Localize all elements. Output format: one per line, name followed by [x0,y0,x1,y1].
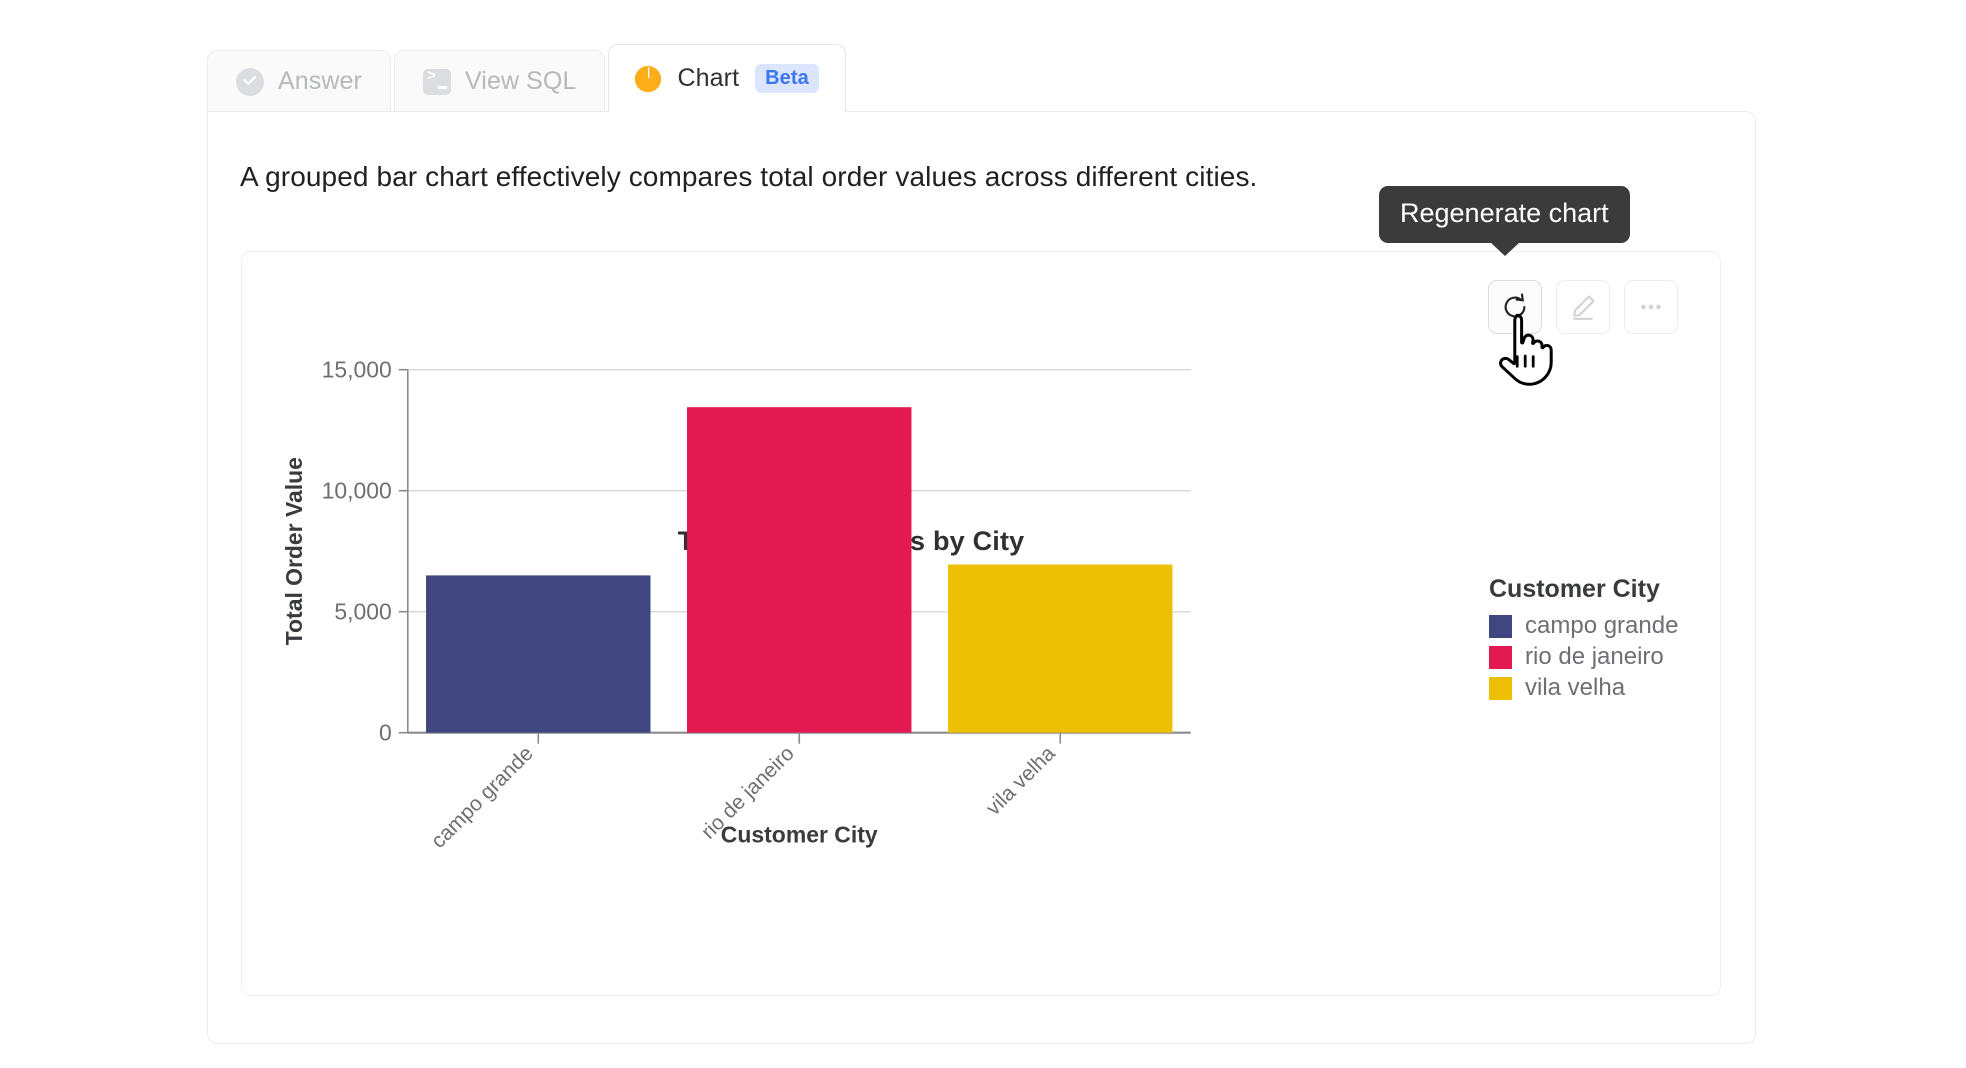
legend-item-vila-velha[interactable]: vila velha [1489,674,1678,702]
chart-legend: Customer City campo grande rio de janeir… [1489,575,1678,705]
beta-badge: Beta [755,64,819,93]
chart-card: Top 3 Order Values by City 05,00010,0001… [241,251,1721,996]
tab-answer-label: Answer [278,67,362,95]
regenerate-chart-tooltip: Regenerate chart [1379,186,1630,256]
terminal-icon [422,68,451,95]
chart-summary-text: A grouped bar chart effectively compares… [240,161,1258,192]
tab-view-sql[interactable]: View SQL [393,50,606,112]
edit-chart-button[interactable] [1556,280,1610,334]
tab-view-sql-label: View SQL [464,67,577,95]
tab-chart-label: Chart [677,64,740,92]
chart-toolbar [1488,280,1678,334]
y-axis-tick-label: 10,000 [322,478,392,504]
tab-answer[interactable]: Answer [207,50,391,112]
legend-label: campo grande [1525,612,1679,639]
y-axis-tick-label: 5,000 [334,599,391,625]
tab-chart[interactable]: Chart Beta [608,44,846,112]
regenerate-chart-button[interactable] [1488,280,1542,334]
legend-item-campo-grande[interactable]: campo grande [1489,612,1678,640]
y-axis-tick-label: 0 [379,720,392,746]
app-root: Answer View SQL Chart Beta A grouped bar [0,0,1966,1068]
pie-chart-icon [633,64,663,94]
legend-swatch [1489,676,1512,700]
legend-label: vila velha [1525,674,1626,701]
chart-panel: A grouped bar chart effectively compares… [207,111,1756,1044]
result-tabs: Answer View SQL Chart Beta [207,44,846,112]
legend-swatch [1489,614,1512,638]
bar-rio-de-janeiro[interactable] [687,407,912,733]
pencil-icon [1573,295,1595,320]
bar-campo-grande[interactable] [426,575,651,733]
ellipsis-icon [1641,304,1661,310]
legend-item-rio-de-janeiro[interactable]: rio de janeiro [1489,643,1678,671]
more-options-button[interactable] [1624,280,1678,334]
legend-swatch [1489,645,1512,669]
x-axis-title: Customer City [721,821,878,847]
check-circle-icon [236,67,264,96]
y-axis-tick-label: 15,000 [322,357,392,383]
bar-vila-velha[interactable] [948,564,1173,733]
legend-title: Customer City [1489,575,1660,603]
x-axis-tick-label: vila velha [982,742,1060,820]
y-axis-title: Total Order Value [281,457,307,645]
legend-label: rio de janeiro [1525,643,1664,670]
x-axis-tick-label: campo grande [427,742,538,853]
refresh-icon [1504,293,1526,318]
